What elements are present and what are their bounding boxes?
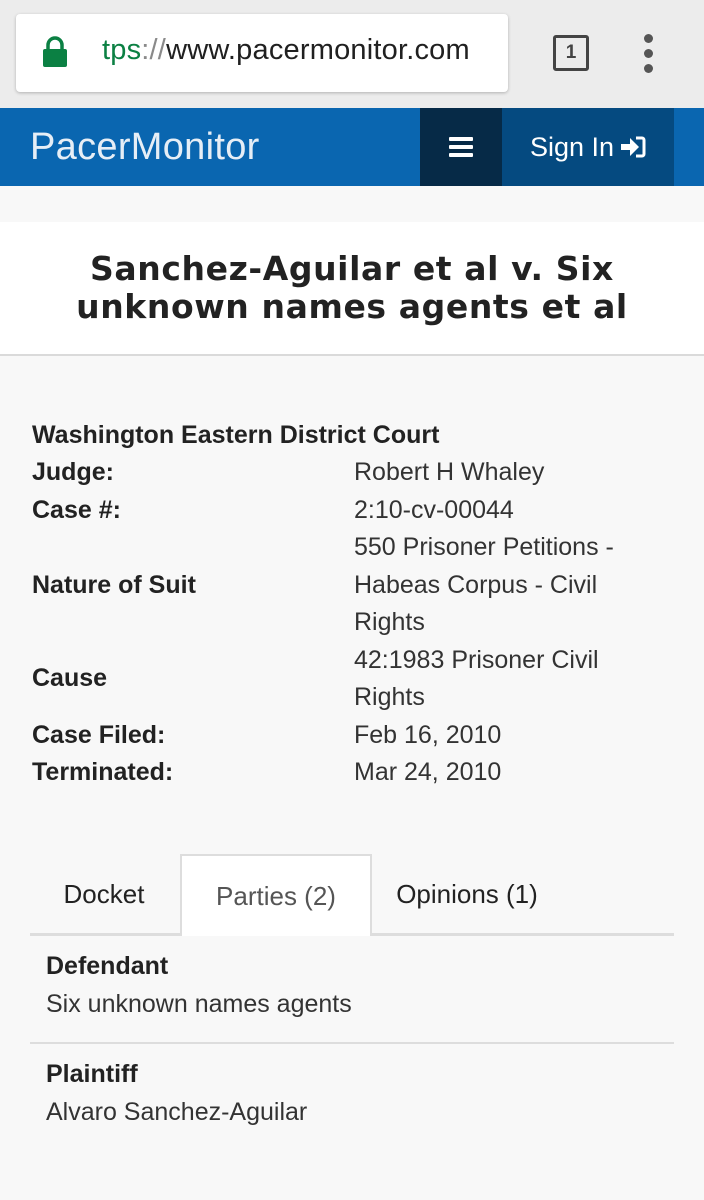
detail-label: Cause [32, 664, 108, 693]
site-header: PacerMonitor Sign In [0, 108, 704, 186]
address-bar[interactable]: tps://www.pacermonitor.com [16, 14, 508, 92]
tab-opinions[interactable]: Opinions (1) [380, 854, 554, 934]
party-role: Plaintiff [46, 1060, 138, 1088]
url-separator: :// [141, 34, 167, 66]
tab-parties[interactable]: Parties (2) [180, 854, 372, 936]
detail-value: Mar 24, 2010 [354, 758, 502, 786]
detail-label: Judge: [32, 458, 114, 486]
detail-value: 42:1983 Prisoner Civil Rights [354, 645, 599, 712]
case-tabs: Docket Parties (2) Opinions (1) [30, 854, 674, 936]
detail-row-terminated: Terminated: Mar 24, 2010 [32, 754, 672, 792]
party-name[interactable]: Six unknown names agents [46, 990, 352, 1019]
list-item: Plaintiff Alvaro Sanchez-Aguilar [30, 1044, 674, 1144]
kebab-menu-icon[interactable] [640, 34, 658, 74]
detail-label: Case #: [32, 495, 121, 524]
tab-docket[interactable]: Docket [30, 854, 178, 934]
party-role: Defendant [46, 952, 169, 980]
case-details: Washington Eastern District Court Judge:… [32, 416, 672, 792]
detail-value: Robert H Whaley [354, 458, 545, 486]
court-name: Washington Eastern District Court [32, 421, 440, 449]
detail-row-case-filed: Case Filed: Feb 16, 2010 [32, 717, 672, 755]
detail-label: Terminated: [32, 758, 174, 786]
case-title-card: Sanchez-Aguilar et al v. Six unknown nam… [0, 222, 704, 356]
detail-row-judge: Judge: Robert H Whaley [32, 454, 672, 492]
party-name[interactable]: Alvaro Sanchez-Aguilar [46, 1098, 307, 1127]
url-host: www.pacermonitor.com [166, 34, 470, 66]
list-item: Defendant Six unknown names agents [30, 936, 674, 1042]
lock-icon [43, 36, 67, 67]
browser-toolbar: tps://www.pacermonitor.com 1 [0, 0, 704, 108]
detail-row-case-number: Case #: 2:10-cv-00044 [32, 492, 672, 530]
case-title: Sanchez-Aguilar et al v. Six unknown nam… [76, 249, 628, 326]
menu-button[interactable] [420, 108, 502, 186]
sign-in-label: Sign In [529, 131, 615, 162]
detail-row-nature-of-suit: Nature of Suit 550 Prisoner Petitions - … [32, 529, 672, 642]
sign-in-icon [621, 136, 646, 158]
sign-in-button[interactable]: Sign In [502, 108, 674, 186]
detail-value: Feb 16, 2010 [354, 720, 502, 749]
site-logo[interactable]: PacerMonitor [30, 126, 260, 169]
detail-label: Nature of Suit [32, 570, 196, 599]
detail-value: 550 Prisoner Petitions - Habeas Corpus -… [354, 533, 614, 636]
url-scheme: tps [102, 34, 142, 66]
tab-switcher-button[interactable]: 1 [553, 35, 589, 71]
url-text[interactable]: tps://www.pacermonitor.com [102, 34, 470, 67]
detail-value: 2:10-cv-00044 [354, 495, 514, 524]
detail-row-cause: Cause 42:1983 Prisoner Civil Rights [32, 642, 672, 717]
detail-label: Case Filed: [32, 720, 166, 749]
hamburger-icon [449, 137, 473, 157]
